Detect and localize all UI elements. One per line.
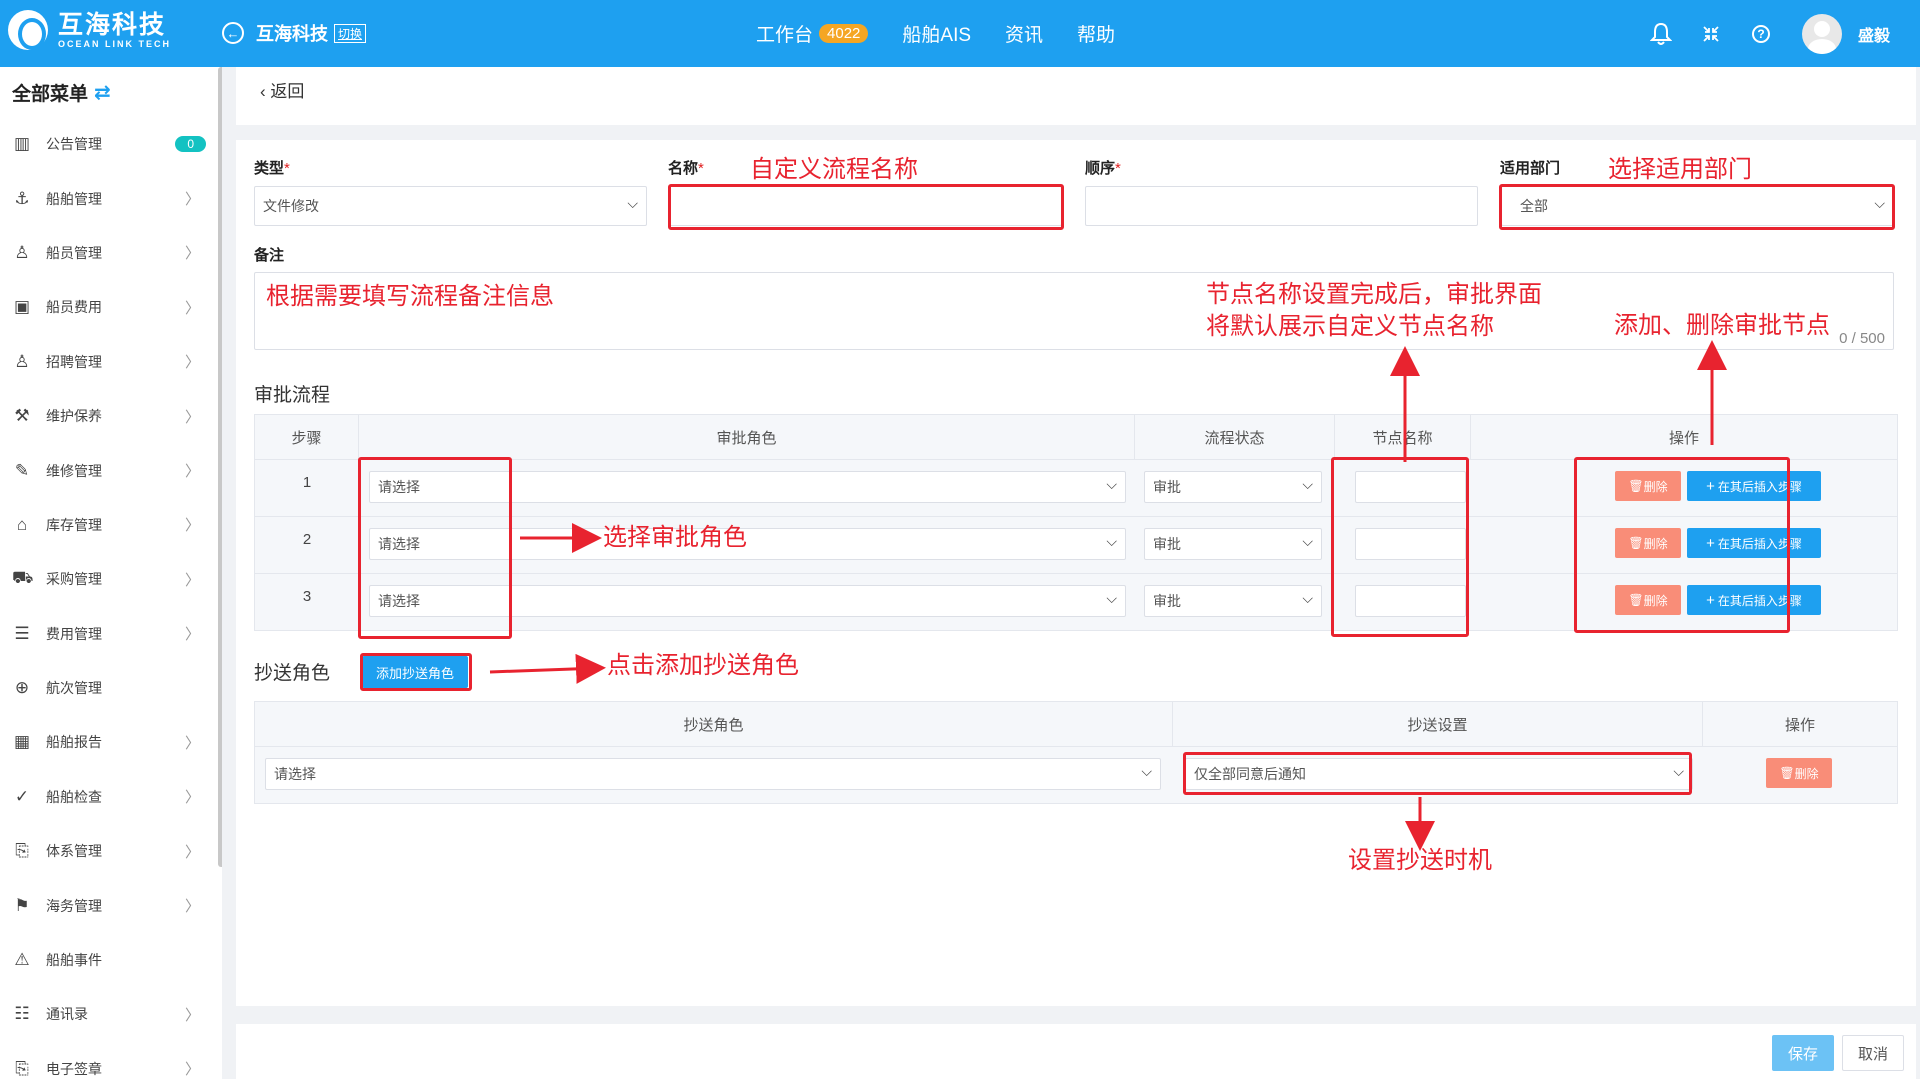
annotation-arrows (489, 340, 1727, 851)
arrow-add-cc (489, 653, 606, 684)
